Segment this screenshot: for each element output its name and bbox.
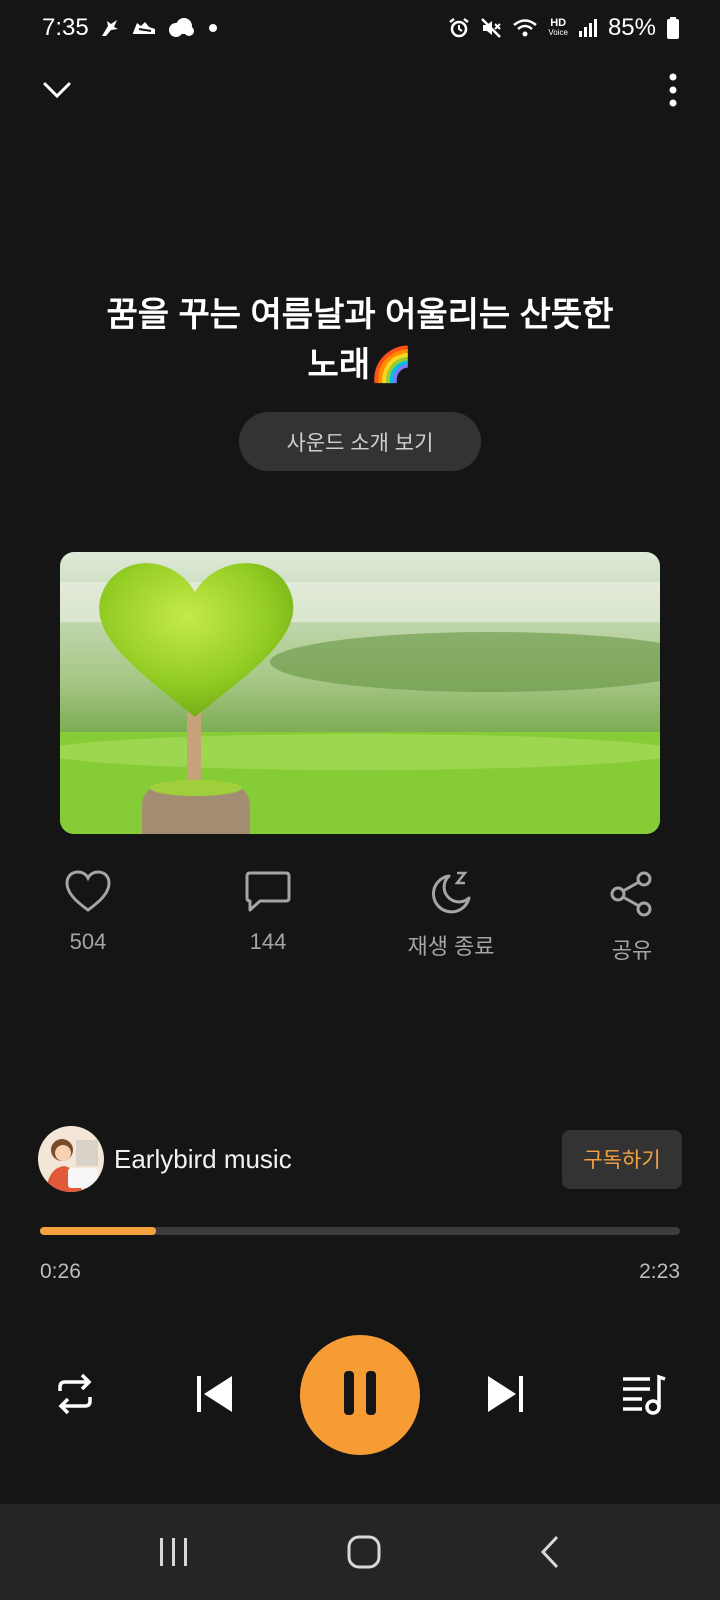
hd-label: HD xyxy=(550,17,567,29)
current-time: 0:26 xyxy=(40,1260,81,1283)
sleep-timer-button[interactable]: 재생 종료 xyxy=(381,870,521,961)
status-bar: 7:35 HD Voice 85% xyxy=(0,0,720,56)
playlist-icon[interactable] xyxy=(620,1371,668,1417)
pause-icon xyxy=(340,1369,380,1422)
next-icon[interactable] xyxy=(484,1373,526,1415)
previous-icon[interactable] xyxy=(194,1373,236,1415)
status-left: 7:35 xyxy=(42,14,221,42)
chevron-down-icon[interactable] xyxy=(42,80,72,100)
sound-intro-button[interactable]: 사운드 소개 보기 xyxy=(239,412,481,471)
repeat-icon[interactable] xyxy=(52,1371,98,1417)
wifi-icon xyxy=(512,17,538,39)
status-right: HD Voice 85% xyxy=(448,14,680,42)
channel-name[interactable]: Earlybird music xyxy=(114,1144,562,1175)
heart-icon xyxy=(64,870,112,919)
total-time: 2:23 xyxy=(639,1260,680,1283)
comment-count: 144 xyxy=(249,929,287,954)
sound-title: 꿈을 꾸는 여름날과 어울리는 산뜻한 노래🌈 xyxy=(40,290,680,390)
battery-percent: 85% xyxy=(607,14,656,41)
battery-icon xyxy=(666,16,680,40)
channel-avatar[interactable] xyxy=(38,1126,104,1192)
share-button[interactable]: 공유 xyxy=(562,870,702,965)
hd-voice-icon: HD Voice xyxy=(548,17,568,38)
like-button[interactable]: 504 xyxy=(18,870,158,955)
comment-icon xyxy=(244,870,292,919)
moon-sleep-icon xyxy=(427,870,475,919)
action-row: 504 144 재생 종료 공유 xyxy=(0,870,720,970)
sound-title-line1: 꿈을 꾸는 여름날과 어울리는 산뜻한 xyxy=(106,296,614,334)
progress-fill xyxy=(40,1227,157,1235)
voice-label: Voice xyxy=(548,28,568,37)
player-controls xyxy=(0,1335,720,1455)
sound-title-line2: 노래🌈 xyxy=(307,346,413,384)
signal-icon xyxy=(578,17,598,39)
comment-button[interactable]: 144 xyxy=(198,870,338,955)
bird-icon xyxy=(99,17,121,39)
system-nav-bar xyxy=(0,1504,720,1600)
cover-image xyxy=(60,552,660,834)
share-label: 공유 xyxy=(611,938,653,963)
like-count: 504 xyxy=(69,929,107,954)
subscribe-button[interactable]: 구독하기 xyxy=(562,1129,682,1189)
sleep-timer-label: 재생 종료 xyxy=(407,934,495,959)
sneaker-icon xyxy=(131,17,157,39)
more-vertical-icon[interactable] xyxy=(668,73,678,107)
mute-icon xyxy=(480,17,502,39)
dot-icon xyxy=(205,17,221,39)
back-icon[interactable] xyxy=(537,1534,563,1570)
status-time: 7:35 xyxy=(42,14,89,41)
home-icon[interactable] xyxy=(346,1534,382,1570)
share-icon xyxy=(608,870,656,923)
top-bar xyxy=(0,68,720,112)
progress-bar[interactable] xyxy=(40,1227,680,1235)
recent-apps-icon[interactable] xyxy=(157,1535,191,1569)
pause-button[interactable] xyxy=(300,1335,420,1455)
channel-row: Earlybird music 구독하기 xyxy=(38,1126,682,1192)
cloud-icon xyxy=(167,17,195,39)
alarm-icon xyxy=(448,17,470,39)
